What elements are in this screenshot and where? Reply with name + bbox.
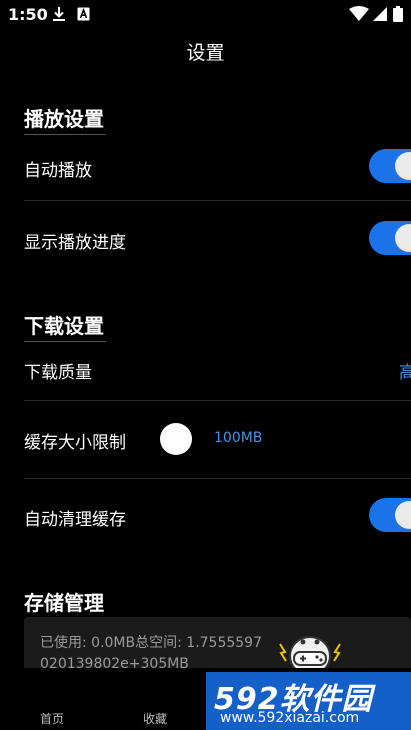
signal-icon: [373, 7, 387, 21]
cache-size-value: 100MB: [214, 430, 263, 446]
download-quality-label: 下载质量: [24, 363, 92, 383]
show-progress-toggle[interactable]: [369, 221, 411, 255]
row-divider: [24, 200, 411, 201]
section-header-download: 下载设置: [24, 314, 104, 338]
toggle-knob: [395, 152, 411, 180]
status-time: 1:50: [8, 5, 48, 24]
watermark-url: www.592xiazai.com: [220, 710, 360, 726]
storage-info-text: 已使用: 0.0MB总空间: 1.7555597020139802e+305MB: [40, 635, 262, 672]
cache-size-label: 缓存大小限制: [24, 433, 126, 453]
section-header-storage: 存储管理: [24, 591, 104, 615]
toggle-knob: [395, 224, 411, 252]
autoplay-toggle[interactable]: [369, 149, 411, 183]
toggle-knob: [395, 501, 411, 529]
row-divider: [24, 400, 411, 401]
battery-icon: [393, 6, 403, 22]
watermark-logo: 592软件园 www.592xiazai.com: [206, 672, 411, 730]
page-title: 设置: [186, 42, 225, 64]
storage-info-card: 已使用: 0.0MB总空间: 1.7555597020139802e+305MB: [24, 617, 411, 673]
section-underline: [24, 134, 106, 135]
auto-clear-cache-toggle[interactable]: [369, 498, 411, 532]
cache-size-slider-thumb[interactable]: [160, 423, 192, 455]
section-header-playback: 播放设置: [24, 107, 104, 131]
wifi-icon: [349, 6, 369, 21]
show-progress-label: 显示播放进度: [24, 233, 126, 253]
row-divider: [24, 478, 411, 479]
auto-clear-cache-label: 自动清理缓存: [24, 510, 126, 530]
section-underline: [24, 341, 106, 342]
nav-item-favorites[interactable]: 收藏: [143, 710, 167, 727]
status-bar: 1:50: [0, 0, 411, 28]
a-icon: [77, 7, 90, 21]
download-icon: [53, 7, 65, 21]
download-quality-value[interactable]: 高: [399, 358, 411, 383]
autoplay-label: 自动播放: [24, 161, 92, 181]
nav-item-home[interactable]: 首页: [40, 710, 64, 727]
